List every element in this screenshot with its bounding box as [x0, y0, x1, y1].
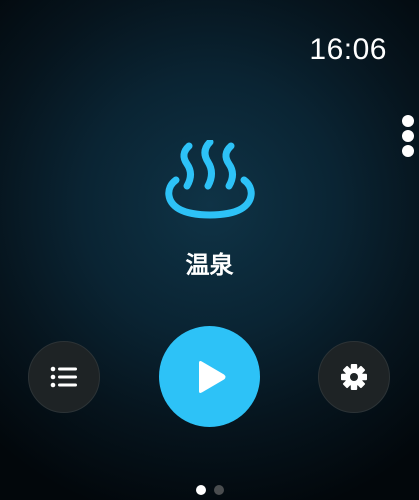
more-dot [402, 145, 414, 157]
more-options-icon[interactable] [402, 115, 414, 157]
list-button[interactable] [28, 341, 100, 413]
play-button[interactable] [159, 326, 260, 427]
page-dot[interactable] [213, 485, 224, 495]
list-icon [50, 366, 77, 388]
page-dot-active[interactable] [195, 485, 206, 495]
more-dot [402, 115, 414, 127]
hot-spring-icon [165, 140, 255, 219]
activity-title: 温泉 [185, 251, 234, 279]
play-icon [198, 360, 225, 393]
settings-button[interactable] [318, 341, 390, 413]
watch-screen: 16:06 温泉 [0, 0, 419, 500]
page-indicator [0, 485, 419, 495]
more-dot [402, 130, 414, 142]
clock-time: 16:06 [309, 33, 387, 66]
gear-icon [341, 364, 367, 390]
